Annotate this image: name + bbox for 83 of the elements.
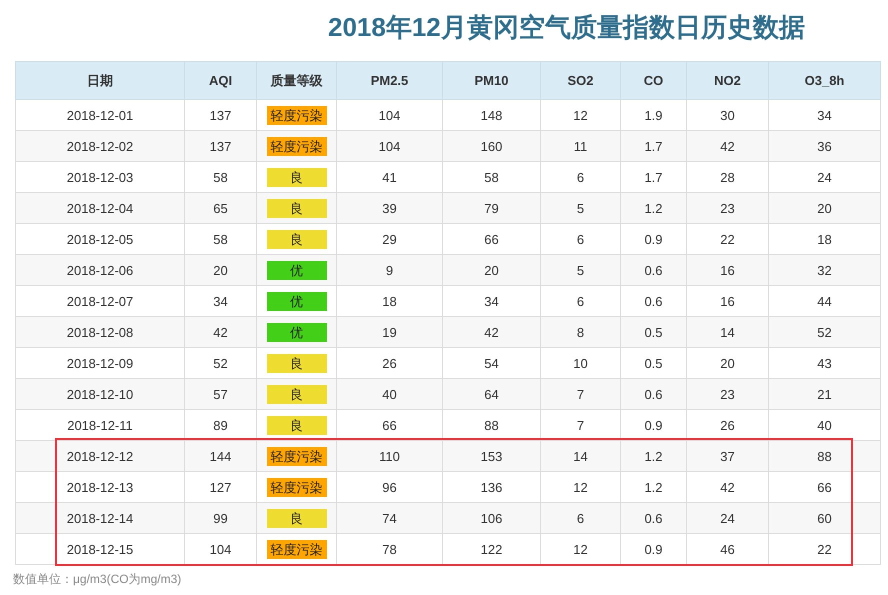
table-cell: 0.5 — [620, 316, 686, 348]
table-cell: 160 — [442, 130, 540, 162]
column-header: PM2.5 — [336, 62, 442, 100]
table-cell: 106 — [442, 502, 540, 534]
table-cell: 1.2 — [620, 192, 686, 224]
table-cell: 42 — [686, 130, 768, 162]
quality-badge: 优 — [266, 260, 326, 280]
table-cell: 5 — [540, 254, 620, 286]
page-title: 2018年12月黄冈空气质量指数日历史数据 — [328, 11, 806, 44]
table-cell: 0.6 — [620, 254, 686, 286]
table-cell: 32 — [768, 254, 880, 286]
table-cell: 42 — [184, 316, 256, 348]
table-cell: 2018-12-12 — [16, 440, 184, 472]
table-cell: 20 — [442, 254, 540, 286]
table-cell: 8 — [540, 316, 620, 348]
column-header: CO — [620, 62, 686, 100]
table-cell: 6 — [540, 502, 620, 534]
table-cell: 2018-12-04 — [16, 192, 184, 224]
table-cell: 9 — [336, 254, 442, 286]
table-cell: 2018-12-14 — [16, 502, 184, 534]
table-cell: 2018-12-02 — [16, 130, 184, 162]
quality-badge: 轻度污染 — [266, 136, 326, 156]
table-cell: 0.6 — [620, 378, 686, 410]
table-cell: 99 — [184, 502, 256, 534]
quality-badge: 轻度污染 — [266, 106, 326, 124]
quality-badge: 良 — [266, 230, 326, 248]
table-cell: 5 — [540, 192, 620, 224]
table-cell: 137 — [184, 130, 256, 162]
table-cell: 1.2 — [620, 440, 686, 472]
table-cell: 57 — [184, 378, 256, 410]
table-cell: 0.6 — [620, 502, 686, 534]
quality-badge: 良 — [266, 508, 326, 528]
table-cell: 19 — [336, 316, 442, 348]
table-cell: 65 — [184, 192, 256, 224]
table-cell: 40 — [336, 378, 442, 410]
quality-badge: 轻度污染 — [266, 540, 326, 558]
table-cell: 23 — [686, 192, 768, 224]
table-cell: 20 — [768, 192, 880, 224]
column-header: PM10 — [442, 62, 540, 100]
table-cell: 20 — [184, 254, 256, 286]
column-header: NO2 — [686, 62, 768, 100]
table-cell: 88 — [768, 440, 880, 472]
table-cell: 153 — [442, 440, 540, 472]
table-cell: 64 — [442, 378, 540, 410]
quality-badge: 良 — [266, 354, 326, 372]
column-header: 日期 — [16, 62, 184, 100]
quality-badge: 优 — [266, 322, 326, 342]
table-cell: 2018-12-15 — [16, 534, 184, 564]
table-cell: 23 — [686, 378, 768, 410]
table-cell: 1.7 — [620, 130, 686, 162]
table-cell: 144 — [184, 440, 256, 472]
table-cell: 52 — [768, 316, 880, 348]
table-cell: 74 — [336, 502, 442, 534]
table-cell: 2018-12-08 — [16, 316, 184, 348]
table-cell: 2018-12-06 — [16, 254, 184, 286]
column-header: O3_8h — [768, 62, 880, 100]
quality-badge: 良 — [266, 198, 326, 218]
table-cell: 110 — [336, 440, 442, 472]
quality-badge: 轻度污染 — [266, 446, 326, 466]
table-cell: 79 — [442, 192, 540, 224]
quality-badge: 良 — [266, 416, 326, 434]
column-header: AQI — [184, 62, 256, 100]
table-cell: 7 — [540, 378, 620, 410]
table-cell: 21 — [768, 378, 880, 410]
table-cell: 42 — [442, 316, 540, 348]
column-header: SO2 — [540, 62, 620, 100]
table-cell: 37 — [686, 440, 768, 472]
table-cell: 39 — [336, 192, 442, 224]
table-cell: 104 — [336, 130, 442, 162]
table-cell: 60 — [768, 502, 880, 534]
column-header: 质量等级 — [256, 62, 336, 100]
table-cell: 36 — [768, 130, 880, 162]
table-cell: 14 — [686, 316, 768, 348]
quality-badge: 良 — [266, 384, 326, 404]
table-cell: 2018-12-10 — [16, 378, 184, 410]
table-cell: 14 — [540, 440, 620, 472]
quality-badge: 轻度污染 — [266, 478, 326, 496]
quality-badge: 良 — [266, 168, 326, 186]
table-cell: 16 — [686, 254, 768, 286]
table-cell: 24 — [686, 502, 768, 534]
table-cell: 11 — [540, 130, 620, 162]
quality-badge: 优 — [266, 292, 326, 310]
unit-note: 数值单位：μg/m3(CO为mg/m3) — [13, 571, 182, 588]
